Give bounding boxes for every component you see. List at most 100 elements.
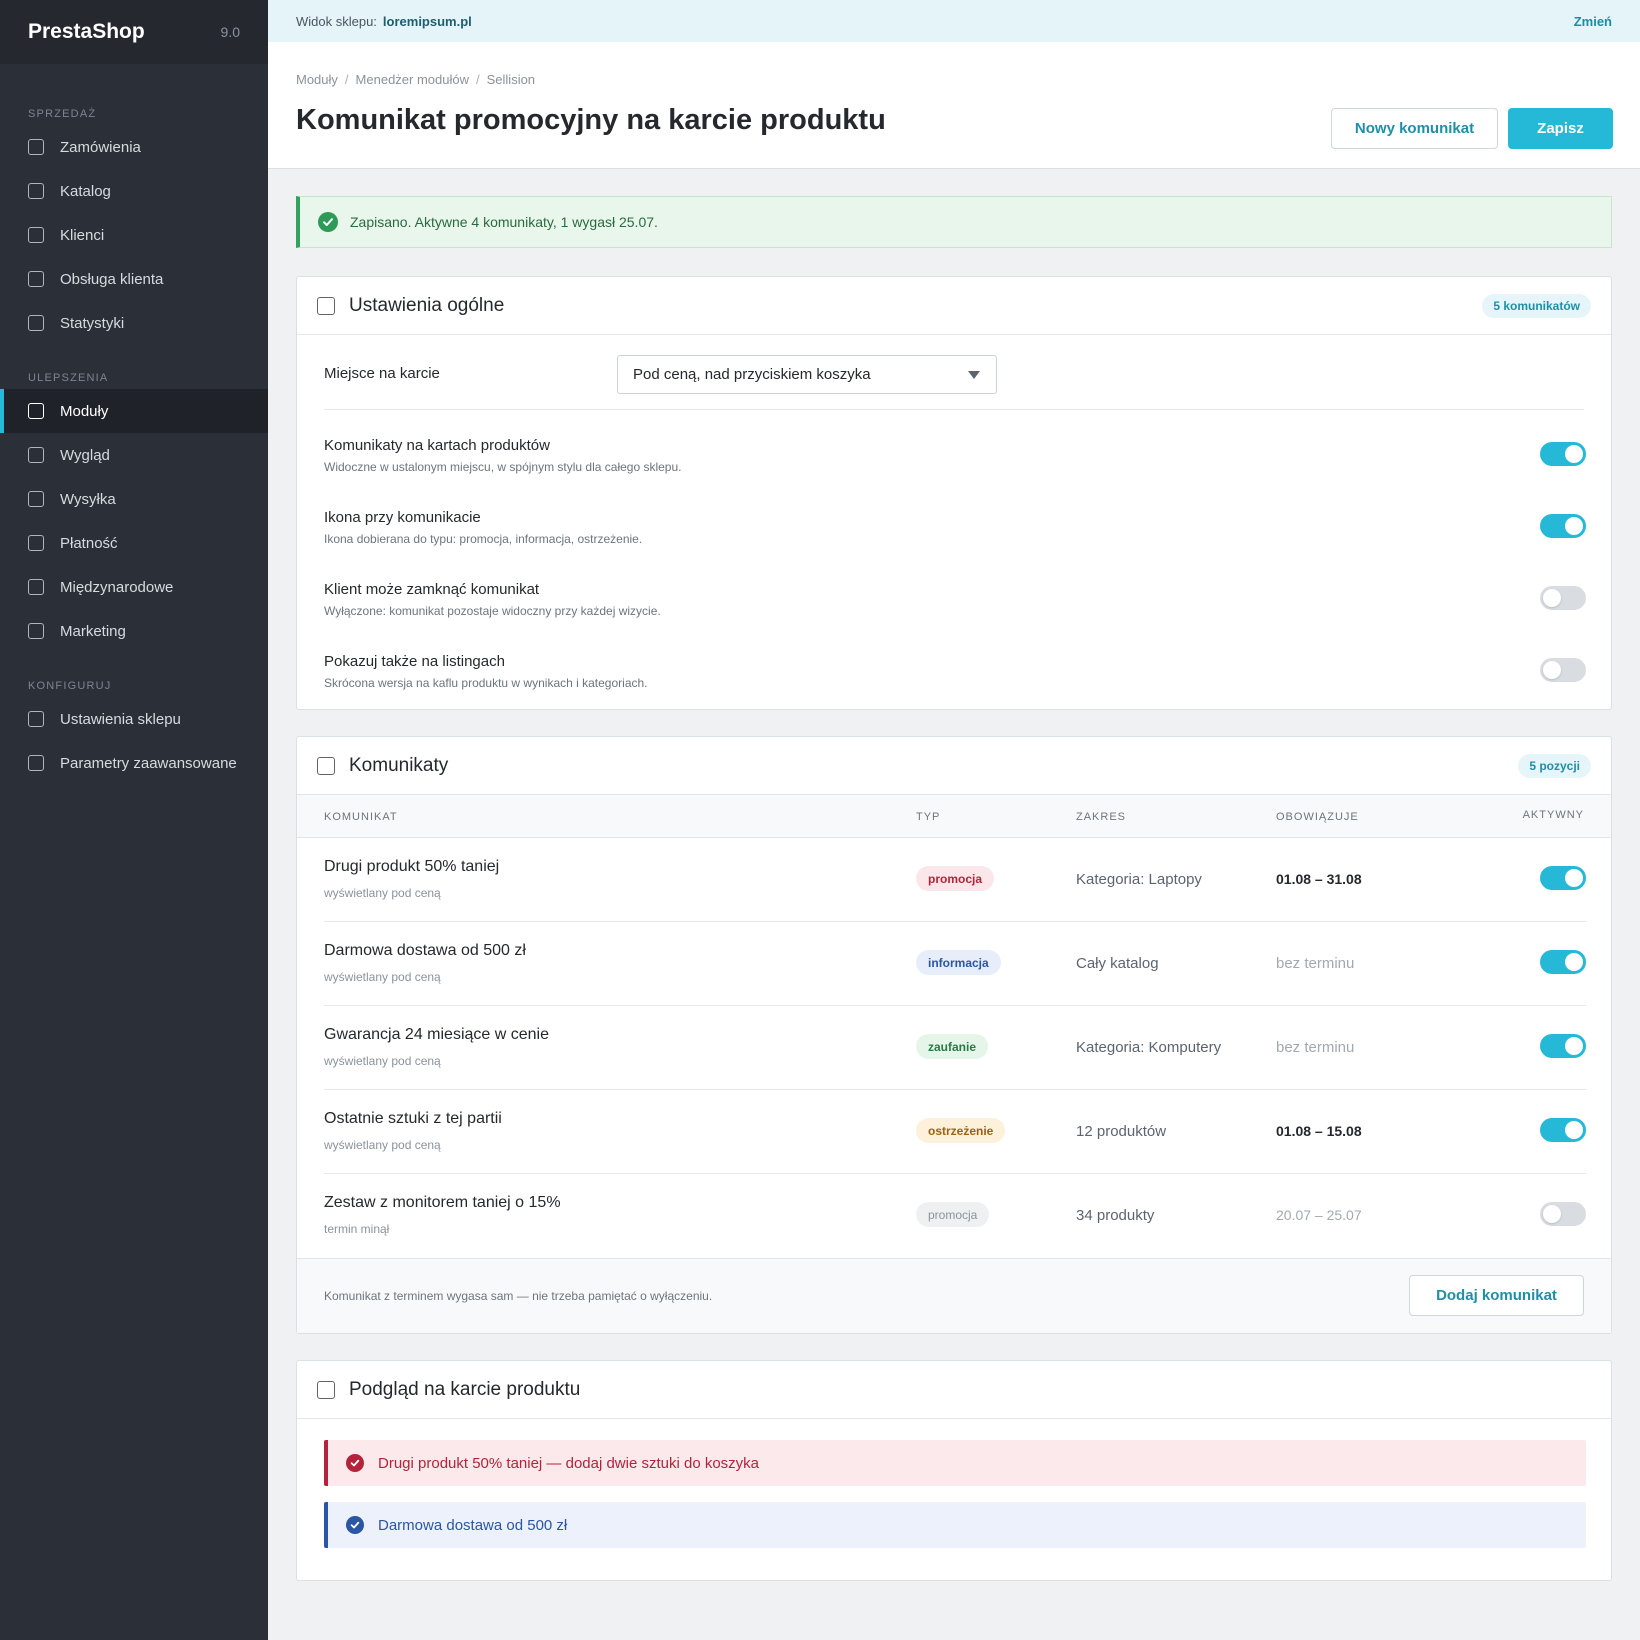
card-title: Ustawienia ogólne [349, 294, 505, 316]
setting-description: Widoczne w ustalonym miejscu, w spójnym … [324, 460, 682, 474]
message-subtitle: wyświetlany pod ceną [324, 1054, 441, 1068]
nav-section-improve: ULEPSZENIA [28, 372, 109, 384]
sidebar-item-modules[interactable]: Moduły [0, 389, 268, 433]
divider [324, 409, 1584, 410]
footer-note: Komunikat z terminem wygasa sam — nie tr… [324, 1289, 713, 1303]
table-row[interactable]: Zestaw z monitorem taniej o 15% termin m… [324, 1174, 1586, 1258]
sidebar: PrestaShop 9.0 SPRZEDAŻ Zamówienia Katal… [0, 0, 268, 1640]
breadcrumb-item[interactable]: Sellision [487, 72, 535, 87]
preview-message-info: Darmowa dostawa od 500 zł [324, 1502, 1586, 1548]
active-toggle[interactable] [1540, 1202, 1586, 1226]
preview-message-text: Darmowa dostawa od 500 zł [378, 1516, 568, 1534]
card-title: Podgląd na karcie produktu [349, 1378, 581, 1400]
sidebar-item-label: Płatność [60, 534, 118, 552]
sidebar-item-customers[interactable]: Klienci [0, 213, 268, 257]
setting-toggle[interactable] [1540, 442, 1586, 466]
sidebar-item-label: Zamówienia [60, 138, 141, 156]
save-button[interactable]: Zapisz [1508, 108, 1613, 149]
success-alert: Zapisano. Aktywne 4 komunikaty, 1 wygasł… [296, 196, 1612, 248]
general-settings-card: Ustawienia ogólne 5 komunikatów Miejsce … [296, 276, 1612, 710]
sidebar-item-payment[interactable]: Płatność [0, 521, 268, 565]
nav-checkbox-icon [28, 139, 44, 155]
sidebar-item-marketing[interactable]: Marketing [0, 609, 268, 653]
table-row[interactable]: Ostatnie sztuki z tej partii wyświetlany… [324, 1090, 1586, 1174]
setting-toggle[interactable] [1540, 658, 1586, 682]
sidebar-item-shop-settings[interactable]: Ustawienia sklepu [0, 697, 268, 741]
nav-checkbox-icon [28, 579, 44, 595]
message-scope: Kategoria: Komputery [1076, 1039, 1222, 1056]
caret-down-icon [968, 371, 980, 379]
setting-title: Pokazuj także na listingach [324, 653, 505, 670]
type-badge: promocja [916, 1202, 990, 1227]
preview-card: Podgląd na karcie produktu Drugi produkt… [296, 1360, 1612, 1581]
sidebar-item-advanced[interactable]: Parametry zaawansowane [0, 741, 268, 785]
message-name: Gwarancja 24 miesiące w cenie [324, 1026, 549, 1043]
sidebar-item-label: Moduły [60, 402, 109, 420]
column-header-message: KOMUNIKAT [324, 811, 398, 823]
sidebar-item-stats[interactable]: Statystyki [0, 301, 268, 345]
table-header: KOMUNIKAT TYP ZAKRES OBOWIĄZUJE AKTYWNY [297, 795, 1611, 838]
nav-checkbox-icon [28, 535, 44, 551]
message-scope: Cały katalog [1076, 955, 1159, 972]
sidebar-item-label: Katalog [60, 182, 111, 200]
column-header-active: AKTYWNY [1522, 809, 1584, 821]
sidebar-item-international[interactable]: Międzynarodowe [0, 565, 268, 609]
breadcrumb-item[interactable]: Moduły [296, 72, 338, 87]
card-header: Ustawienia ogólne 5 komunikatów [297, 277, 1611, 335]
sidebar-item-catalog[interactable]: Katalog [0, 169, 268, 213]
nav-checkbox-icon [28, 755, 44, 771]
breadcrumb: Moduły / Menedżer modułów / Sellision [296, 72, 535, 87]
alert-text: Zapisano. Aktywne 4 komunikaty, 1 wygasł… [350, 214, 658, 230]
table-row[interactable]: Gwarancja 24 miesiące w cenie wyświetlan… [324, 1006, 1586, 1090]
nav-checkbox-icon [28, 711, 44, 727]
add-message-button[interactable]: Dodaj komunikat [1409, 1275, 1584, 1316]
active-toggle[interactable] [1540, 866, 1586, 890]
check-circle-icon [346, 1454, 364, 1472]
sidebar-item-design[interactable]: Wygląd [0, 433, 268, 477]
setting-row: Ikona przy komunikacie Ikona dobierana d… [324, 509, 1586, 569]
setting-toggle[interactable] [1540, 514, 1586, 538]
message-validity: 01.08 – 31.08 [1276, 871, 1362, 887]
app-version: 9.0 [220, 24, 240, 40]
sidebar-item-shipping[interactable]: Wysyłka [0, 477, 268, 521]
new-message-button[interactable]: Nowy komunikat [1331, 108, 1498, 149]
change-shop-link[interactable]: Zmień [1574, 14, 1612, 29]
section-checkbox-icon [317, 756, 335, 775]
message-validity: bez terminu [1276, 955, 1355, 972]
message-validity: 20.07 – 25.07 [1276, 1207, 1362, 1223]
active-toggle[interactable] [1540, 950, 1586, 974]
preview-message-promo: Drugi produkt 50% taniej — dodaj dwie sz… [324, 1440, 1586, 1486]
brand: PrestaShop 9.0 [0, 0, 268, 64]
nav-checkbox-icon [28, 623, 44, 639]
message-name: Ostatnie sztuki z tej partii [324, 1110, 502, 1127]
message-scope: 12 produktów [1076, 1123, 1167, 1140]
shop-topbar: Widok sklepu: loremipsum.pl Zmień [268, 0, 1640, 42]
shop-view-label: Widok sklepu: [296, 13, 377, 29]
nav-checkbox-icon [28, 491, 44, 507]
card-header: Podgląd na karcie produktu [297, 1361, 1611, 1419]
breadcrumb-item[interactable]: Menedżer modułów [356, 72, 469, 87]
sidebar-item-customer-service[interactable]: Obsługa klienta [0, 257, 268, 301]
placement-value: Pod ceną, nad przyciskiem koszyka [633, 366, 871, 383]
sidebar-item-label: Klienci [60, 226, 105, 244]
setting-description: Skrócona wersja na kaflu produktu w wyni… [324, 676, 648, 690]
sidebar-item-label: Statystyki [60, 314, 125, 332]
message-name: Zestaw z monitorem taniej o 15% [324, 1194, 561, 1211]
sidebar-item-orders[interactable]: Zamówienia [0, 125, 268, 169]
shop-link[interactable]: loremipsum.pl [383, 14, 472, 29]
check-circle-icon [346, 1516, 364, 1534]
table-row[interactable]: Darmowa dostawa od 500 zł wyświetlany po… [324, 922, 1586, 1006]
type-badge: informacja [916, 950, 1001, 975]
placement-select[interactable]: Pod ceną, nad przyciskiem koszyka [617, 355, 997, 394]
message-validity: bez terminu [1276, 1039, 1355, 1056]
message-name: Drugi produkt 50% taniej [324, 858, 500, 875]
brand-logo[interactable]: PrestaShop [28, 20, 145, 44]
setting-toggle[interactable] [1540, 586, 1586, 610]
nav-checkbox-icon [28, 183, 44, 199]
setting-row: Pokazuj także na listingach Skrócona wer… [324, 653, 1586, 713]
active-toggle[interactable] [1540, 1118, 1586, 1142]
sidebar-item-label: Ustawienia sklepu [60, 710, 181, 728]
active-toggle[interactable] [1540, 1034, 1586, 1058]
nav-checkbox-icon [28, 315, 44, 331]
table-row[interactable]: Drugi produkt 50% taniej wyświetlany pod… [324, 838, 1586, 922]
